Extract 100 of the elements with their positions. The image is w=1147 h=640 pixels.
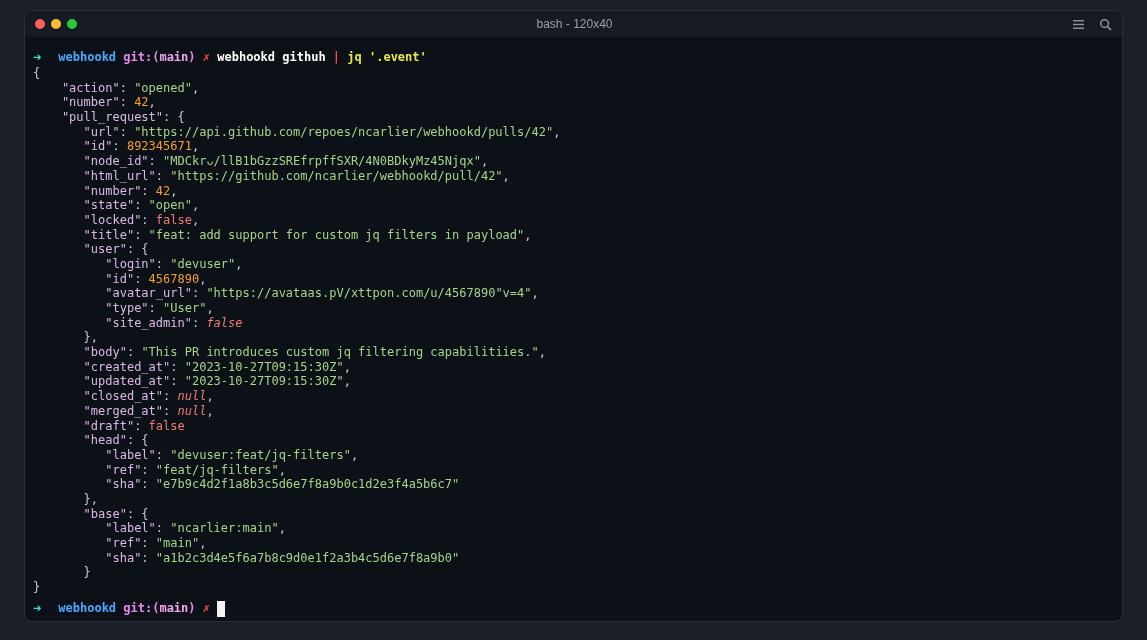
json-number: 892345671 bbox=[126, 139, 192, 155]
json-punctuation: } bbox=[33, 580, 41, 595]
json-number: 4567890 bbox=[148, 271, 200, 287]
json-punctuation: , bbox=[343, 359, 351, 375]
json-key: "closed_at" bbox=[83, 389, 164, 404]
json-punctuation: , bbox=[199, 536, 207, 551]
json-punctuation: : bbox=[141, 477, 150, 492]
json-punctuation: : bbox=[134, 271, 143, 287]
json-string: "https://avataas.pV/xttpon.com/u/4567890"v=4" bbox=[206, 286, 532, 301]
json-key: "base" bbox=[83, 506, 127, 522]
json-punctuation: : bbox=[155, 256, 165, 272]
json-punctuation: : { bbox=[163, 110, 185, 125]
json-punctuation: , bbox=[170, 183, 178, 199]
json-punctuation: , bbox=[191, 80, 200, 96]
json-punctuation: : bbox=[141, 550, 150, 566]
json-key: "ref" bbox=[105, 536, 142, 551]
json-punctuation: , bbox=[531, 286, 539, 301]
directory-name: webhookd bbox=[58, 601, 117, 617]
directory-name: webhookd bbox=[58, 49, 117, 65]
json-key: "login" bbox=[105, 256, 156, 272]
dirty-mark: ✗ bbox=[202, 601, 210, 617]
json-string: "a1b2c3d4e5f6a7b8c9d0e1f2a3b4c5d6e7f8a9b0" bbox=[155, 550, 460, 566]
json-punctuation: : bbox=[119, 95, 128, 111]
json-key: "number" bbox=[61, 95, 120, 111]
json-punctuation: , bbox=[278, 521, 286, 536]
json-string: "devuser" bbox=[170, 256, 236, 272]
command-text: webhookd githuh bbox=[217, 49, 326, 65]
json-key: "updated_at" bbox=[83, 374, 171, 390]
json-punctuation: : { bbox=[126, 242, 149, 257]
json-null: false bbox=[206, 315, 243, 331]
prompt-arrow: ➜ bbox=[33, 601, 42, 617]
minimize-button[interactable] bbox=[51, 19, 61, 29]
json-punctuation: , bbox=[502, 168, 510, 184]
json-punctuation: , bbox=[148, 95, 156, 111]
json-key: "site_admin" bbox=[105, 315, 192, 331]
jq-command: jq '.event' bbox=[347, 49, 427, 65]
json-key: "sha" bbox=[105, 550, 142, 566]
json-string: "ncarlier:main" bbox=[170, 521, 279, 536]
json-punctuation: , bbox=[191, 198, 200, 213]
pipe-symbol: | bbox=[332, 49, 341, 65]
json-key: "label" bbox=[105, 447, 156, 463]
json-punctuation: : { bbox=[126, 506, 149, 522]
close-button[interactable] bbox=[35, 19, 45, 29]
json-string: "User" bbox=[163, 301, 207, 316]
json-punctuation: , bbox=[278, 462, 286, 478]
json-punctuation: : bbox=[155, 447, 165, 463]
json-key: "body" bbox=[83, 345, 127, 360]
json-punctuation: : bbox=[141, 536, 150, 551]
json-key: "pull_request" bbox=[61, 110, 164, 125]
json-punctuation: , bbox=[480, 154, 489, 169]
json-key: "action" bbox=[61, 80, 120, 96]
json-punctuation: : bbox=[134, 198, 143, 213]
json-key: "created_at" bbox=[83, 359, 171, 375]
json-string: "This PR introduces custom jq filtering capabilitiies." bbox=[141, 345, 539, 360]
json-punctuation: , bbox=[199, 271, 207, 287]
json-punctuation: : bbox=[163, 403, 172, 419]
json-punctuation: , bbox=[235, 256, 243, 272]
json-key: "avatar_url" bbox=[105, 286, 192, 301]
json-key: "draft" bbox=[83, 418, 135, 434]
json-punctuation: } bbox=[83, 565, 91, 581]
window-title: bash - 120x40 bbox=[535, 17, 614, 31]
json-string: "feat/jq-filters" bbox=[155, 462, 279, 478]
json-string: "https://github.com/ncarlier/webhookd/pull/42" bbox=[170, 168, 503, 184]
git-label: git:( bbox=[123, 49, 160, 65]
zoom-button[interactable] bbox=[67, 19, 77, 29]
json-string: "devuser:feat/jq-filters" bbox=[170, 447, 351, 463]
json-string: "https://api.github.com/repoes/ncarlier/webhookd/pulls/42" bbox=[134, 124, 554, 140]
json-key: "id" bbox=[105, 271, 135, 287]
json-punctuation: { bbox=[33, 66, 41, 81]
json-punctuation: : bbox=[170, 359, 179, 375]
json-punctuation: , bbox=[350, 447, 359, 463]
json-punctuation: , bbox=[206, 301, 214, 316]
json-punctuation: , bbox=[191, 139, 200, 155]
json-punctuation: : bbox=[119, 124, 128, 140]
json-key: "head" bbox=[83, 433, 127, 448]
json-key: "user" bbox=[83, 242, 127, 257]
search-icon[interactable] bbox=[1099, 17, 1112, 31]
json-punctuation: , bbox=[343, 374, 351, 390]
json-punctuation: : bbox=[170, 374, 178, 390]
json-string: "e7b9c4d2f1a8b3c5d6e7f8a9b0c1d2e3f4a5b6c7" bbox=[155, 477, 460, 492]
json-boolean: false bbox=[155, 212, 192, 228]
json-punctuation: , bbox=[524, 227, 532, 243]
json-key: "html_url" bbox=[83, 168, 156, 184]
json-key: "locked" bbox=[83, 212, 142, 228]
json-null: null bbox=[177, 403, 207, 419]
json-punctuation: : bbox=[141, 212, 150, 228]
prompt-arrow: ➜ bbox=[33, 49, 42, 65]
json-string: "main" bbox=[155, 536, 200, 551]
json-punctuation: : bbox=[112, 139, 121, 155]
json-string: "2023-10-27T09:15:30Z" bbox=[184, 374, 344, 390]
json-punctuation: }, bbox=[83, 491, 98, 507]
json-key: "type" bbox=[105, 301, 149, 316]
json-string: "MDCkrᴗ/llB1bGzzSREfrpffSXR/4N0BDkyMz45Njqx" bbox=[163, 154, 481, 169]
json-key: "sha" bbox=[105, 477, 142, 492]
json-string: "open" bbox=[148, 198, 192, 213]
json-key: "number" bbox=[83, 183, 142, 199]
menu-icon[interactable] bbox=[1072, 17, 1085, 31]
json-boolean: false bbox=[148, 418, 185, 434]
json-punctuation: : bbox=[134, 227, 142, 243]
json-key: "label" bbox=[105, 521, 156, 536]
